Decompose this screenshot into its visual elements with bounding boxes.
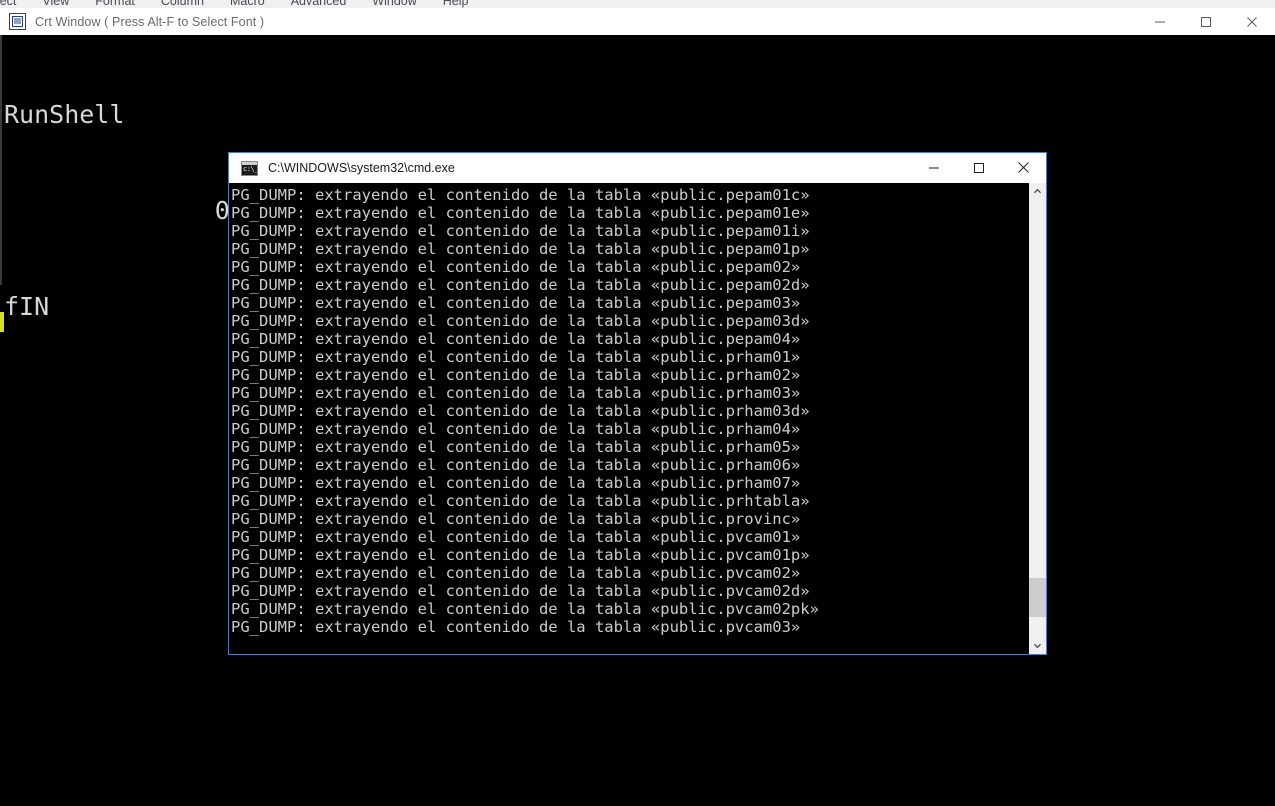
menu-item-project[interactable]: oject <box>0 0 16 8</box>
console-output-line: PG_DUMP: extrayendo el contenido de la t… <box>231 492 810 510</box>
crt-console-text: RunShell 0 fIN <box>4 35 230 387</box>
scrollbar-down-button[interactable] <box>1029 637 1046 654</box>
cmd-window: c:\_ C:\WINDOWS\system32\cmd.exe PG_DUMP… <box>228 152 1047 655</box>
maximize-button[interactable] <box>1183 8 1229 35</box>
close-icon <box>1018 162 1029 173</box>
cmd-window-controls <box>911 153 1046 183</box>
console-output-line: PG_DUMP: extrayendo el contenido de la t… <box>231 330 801 348</box>
crt-window-title: Crt Window ( Press Alt-F to Select Font … <box>35 14 265 29</box>
cmd-window-body: PG_DUMP: extrayendo el contenido de la t… <box>229 183 1046 654</box>
console-output-line: PG_DUMP: extrayendo el contenido de la t… <box>231 420 801 438</box>
crt-console-line: fIN <box>4 292 50 321</box>
maximize-icon <box>973 162 984 173</box>
console-output-line: PG_DUMP: extrayendo el contenido de la t… <box>231 438 801 456</box>
cmd-window-titlebar[interactable]: c:\_ C:\WINDOWS\system32\cmd.exe <box>229 153 1046 184</box>
crt-margin-marker-gray <box>0 35 2 285</box>
cmd-scrollbar[interactable] <box>1028 183 1046 654</box>
console-output-line: PG_DUMP: extrayendo el contenido de la t… <box>231 312 810 330</box>
minimize-icon <box>1155 21 1165 22</box>
console-output-line: PG_DUMP: extrayendo el contenido de la t… <box>231 474 801 492</box>
console-output-line: PG_DUMP: extrayendo el contenido de la t… <box>231 402 810 420</box>
crt-window-titlebar[interactable]: Crt Window ( Press Alt-F to Select Font … <box>0 8 1275 36</box>
console-output-line: PG_DUMP: extrayendo el contenido de la t… <box>231 618 801 636</box>
menu-item-view[interactable]: View <box>42 0 69 8</box>
close-icon <box>1247 16 1257 27</box>
console-output-line: PG_DUMP: extrayendo el contenido de la t… <box>231 600 819 618</box>
console-output-line: PG_DUMP: extrayendo el contenido de la t… <box>231 528 801 546</box>
console-output-line: PG_DUMP: extrayendo el contenido de la t… <box>231 294 801 312</box>
cmd-console-output[interactable]: PG_DUMP: extrayendo el contenido de la t… <box>229 183 1028 654</box>
console-output-line: PG_DUMP: extrayendo el contenido de la t… <box>231 456 801 474</box>
chevron-up-icon <box>1034 188 1041 194</box>
console-output-line: PG_DUMP: extrayendo el contenido de la t… <box>231 384 801 402</box>
scrollbar-track[interactable] <box>1029 200 1046 637</box>
scrollbar-up-button[interactable] <box>1029 183 1046 200</box>
console-output-line: PG_DUMP: extrayendo el contenido de la t… <box>231 204 810 222</box>
crt-window-controls <box>1137 8 1275 35</box>
console-output-line: PG_DUMP: extrayendo el contenido de la t… <box>231 348 801 366</box>
maximize-button[interactable] <box>956 153 1001 182</box>
console-output-line: PG_DUMP: extrayendo el contenido de la t… <box>231 510 801 528</box>
menu-item-format[interactable]: Format <box>95 0 135 8</box>
cmd-window-title: C:\WINDOWS\system32\cmd.exe <box>268 161 455 175</box>
menu-item-macro[interactable]: Macro <box>230 0 265 8</box>
console-output-line: PG_DUMP: extrayendo el contenido de la t… <box>231 582 810 600</box>
host-menubar-items: oject View Format Column Macro Advanced … <box>0 0 468 8</box>
menu-item-window[interactable]: Window <box>372 0 416 8</box>
console-output-line: PG_DUMP: extrayendo el contenido de la t… <box>231 564 801 582</box>
crt-console-line: RunShell <box>4 100 125 129</box>
maximize-icon <box>1201 16 1211 27</box>
close-button[interactable] <box>1001 153 1046 182</box>
menu-item-column[interactable]: Column <box>161 0 204 8</box>
chevron-down-icon <box>1034 643 1041 649</box>
cmd-console-icon: c:\_ <box>241 160 258 176</box>
console-output-line: PG_DUMP: extrayendo el contenido de la t… <box>231 240 810 258</box>
console-output-line: PG_DUMP: extrayendo el contenido de la t… <box>231 186 810 204</box>
minimize-button[interactable] <box>911 153 956 182</box>
crt-console-line: 0 <box>4 196 230 225</box>
scrollbar-thumb[interactable] <box>1029 577 1046 618</box>
console-output-line: PG_DUMP: extrayendo el contenido de la t… <box>231 276 810 294</box>
console-output-line: PG_DUMP: extrayendo el contenido de la t… <box>231 366 801 384</box>
console-output-line: PG_DUMP: extrayendo el contenido de la t… <box>231 546 810 564</box>
minimize-button[interactable] <box>1137 8 1183 35</box>
close-button[interactable] <box>1229 8 1275 35</box>
menu-item-help[interactable]: Help <box>443 0 469 8</box>
crt-app-icon <box>9 13 26 30</box>
console-output-line: PG_DUMP: extrayendo el contenido de la t… <box>231 222 810 240</box>
minimize-icon <box>928 167 939 168</box>
console-output-line: PG_DUMP: extrayendo el contenido de la t… <box>231 258 801 276</box>
menu-item-advanced[interactable]: Advanced <box>291 0 347 8</box>
